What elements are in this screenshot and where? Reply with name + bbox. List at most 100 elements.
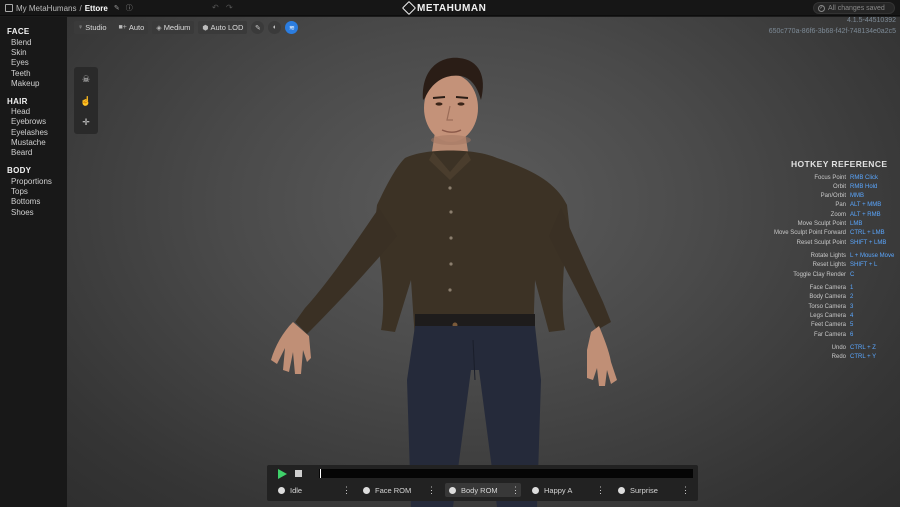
hotkey-row: Reset Sculpt Point SHIFT + LMB <box>740 240 900 249</box>
play-icon[interactable] <box>278 469 287 479</box>
info-icon[interactable]: ⓘ <box>126 3 133 13</box>
hotkey-row: Reset Lights SHIFT + L <box>740 262 900 271</box>
sidebar-item-proportions[interactable]: Proportions <box>11 177 52 186</box>
pencil-icon[interactable]: ✎ <box>251 21 265 34</box>
auto-label: Auto <box>128 23 145 32</box>
sidebar-item-blend[interactable]: Blend <box>11 38 31 47</box>
light-bulb-icon: ♀ <box>78 24 84 31</box>
edit-icon[interactable]: ✎ <box>114 4 120 12</box>
anim-label: Surprise <box>630 485 658 495</box>
hotkey-key: CTRL + LMB <box>850 230 885 236</box>
hotkey-row: Orbit RMB Hold <box>740 184 900 193</box>
hotkey-key: SHIFT + LMB <box>850 240 887 246</box>
sidebar-item-teeth[interactable]: Teeth <box>11 69 31 78</box>
stop-icon[interactable] <box>295 470 302 477</box>
top-bar: My MetaHumans / Ettore ✎ ⓘ ↶ ↷ METAHUMAN… <box>0 0 900 16</box>
sidebar-item-eyelashes[interactable]: Eyelashes <box>11 128 48 137</box>
anim-icon <box>363 486 370 494</box>
hotkey-label: Zoom <box>830 212 846 218</box>
hotkey-key: 3 <box>850 304 854 310</box>
hotkey-label: Reset Lights <box>812 262 846 268</box>
hotkey-label: Reset Sculpt Point <box>796 240 846 246</box>
animation-timeline[interactable] <box>319 469 693 478</box>
sidebar-item-tops[interactable]: Tops <box>11 187 28 196</box>
hotkey-key: CTRL + Z <box>850 345 876 351</box>
save-status-badge: ✓ All changes saved <box>813 2 895 14</box>
move-icon[interactable]: ✛ <box>74 112 98 132</box>
hotkey-row: Move Sculpt Point Forward CTRL + LMB <box>740 230 900 239</box>
brand: METAHUMAN <box>401 0 487 16</box>
hotkey-label: Feet Camera <box>810 322 846 328</box>
hotkey-label: Move Sculpt Point <box>797 221 846 227</box>
version-hash: 650c770a-86f6-3b68-f42f-748134e0a2c5 <box>768 28 896 35</box>
dna-icon[interactable]: ≋ <box>285 21 299 34</box>
clay-render-icon[interactable]: ◐ <box>268 21 282 34</box>
quality-button[interactable]: ◈ Medium <box>152 21 195 34</box>
camera-icon: ■+ <box>118 24 127 31</box>
hotkey-row: Move Sculpt Point LMB <box>740 221 900 230</box>
anim-idle-menu-icon[interactable]: ⋮ <box>342 484 351 496</box>
timeline-cursor[interactable] <box>320 469 321 478</box>
lod-label: Auto LOD <box>210 23 244 32</box>
sidebar-item-eyes[interactable]: Eyes <box>11 58 29 67</box>
version-number: 4.1.5-44510392 <box>846 17 896 24</box>
breadcrumb-current: Ettore <box>84 3 108 13</box>
anim-icon <box>532 486 539 494</box>
brand-name: METAHUMAN <box>417 2 487 14</box>
hotkey-row: Zoom ALT + RMB <box>740 212 900 221</box>
skull-icon[interactable]: ☠ <box>74 69 98 89</box>
anim-label: Idle <box>290 485 303 495</box>
anim-label: Happy A <box>544 485 573 495</box>
sidebar-item-bottoms[interactable]: Bottoms <box>11 197 40 206</box>
save-status-text: All changes saved <box>828 4 885 12</box>
anim-surprise-menu-icon[interactable]: ⋮ <box>681 484 690 496</box>
sculpt-pointer-icon[interactable]: ☝ <box>74 91 98 111</box>
undo-icon[interactable]: ↶ <box>212 3 219 12</box>
hotkey-label: Toggle Clay Render <box>793 272 846 278</box>
hotkey-label: Face Camera <box>809 285 846 291</box>
hotkey-label: Undo <box>831 345 846 351</box>
hotkey-row: Redo CTRL + Y <box>740 354 900 363</box>
anim-happy-a-menu-icon[interactable]: ⋮ <box>596 484 605 496</box>
hotkey-row: Undo CTRL + Z <box>740 345 900 354</box>
sidebar-item-skin[interactable]: Skin <box>11 48 27 57</box>
anim-icon <box>618 486 625 494</box>
auto-button[interactable]: ■+ Auto <box>114 21 149 34</box>
hotkey-row: Body Camera 2 <box>740 294 900 303</box>
anim-body-rom[interactable]: Body ROM <box>445 483 521 497</box>
metahuman-logo-icon <box>401 0 417 16</box>
hotkey-key: LMB <box>850 221 863 227</box>
viewport-toolbar: ♀ Studio ■+ Auto ◈ Medium ⬢ Auto LOD ✎ ◐… <box>74 21 299 34</box>
sidebar-item-beard[interactable]: Beard <box>11 148 32 157</box>
hotkey-label: Legs Camera <box>809 313 846 319</box>
sidebar-item-shoes[interactable]: Shoes <box>11 208 34 217</box>
hotkey-label: Pan/Orbit <box>820 193 846 199</box>
diamond-icon: ◈ <box>156 24 162 32</box>
anim-body-rom-menu-icon[interactable]: ⋮ <box>511 484 520 496</box>
anim-label: Body ROM <box>461 485 498 495</box>
sidebar-item-head[interactable]: Head <box>11 107 30 116</box>
hotkey-row: Pan ALT + MMB <box>740 202 900 211</box>
hotkey-label: Focus Point <box>814 175 846 181</box>
hotkey-key: RMB Click <box>850 175 878 181</box>
lod-button[interactable]: ⬢ Auto LOD <box>198 21 248 34</box>
hotkey-label: Far Camera <box>813 332 846 338</box>
sidebar-item-makeup[interactable]: Makeup <box>11 79 39 88</box>
sidebar: FACE Blend Skin Eyes Teeth Makeup HAIR H… <box>0 17 67 507</box>
studio-button[interactable]: ♀ Studio <box>74 21 111 34</box>
anim-face-rom-menu-icon[interactable]: ⋮ <box>427 484 436 496</box>
metahuman-character[interactable] <box>265 40 625 507</box>
breadcrumb-parent[interactable]: My MetaHumans <box>16 4 76 13</box>
anim-label: Face ROM <box>375 485 412 495</box>
home-icon[interactable] <box>5 4 13 12</box>
sidebar-item-mustache[interactable]: Mustache <box>11 138 46 147</box>
sidebar-item-eyebrows[interactable]: Eyebrows <box>11 117 46 126</box>
hotkey-key: ALT + MMB <box>850 202 882 208</box>
hotkey-key: C <box>850 272 855 278</box>
hotkey-key: MMB <box>850 193 864 199</box>
hotkey-label: Orbit <box>832 184 846 190</box>
hotkey-key: ALT + RMB <box>850 212 881 218</box>
quality-label: Medium <box>163 23 191 32</box>
hotkey-label: Rotate Lights <box>810 253 846 259</box>
redo-icon[interactable]: ↷ <box>226 3 233 12</box>
